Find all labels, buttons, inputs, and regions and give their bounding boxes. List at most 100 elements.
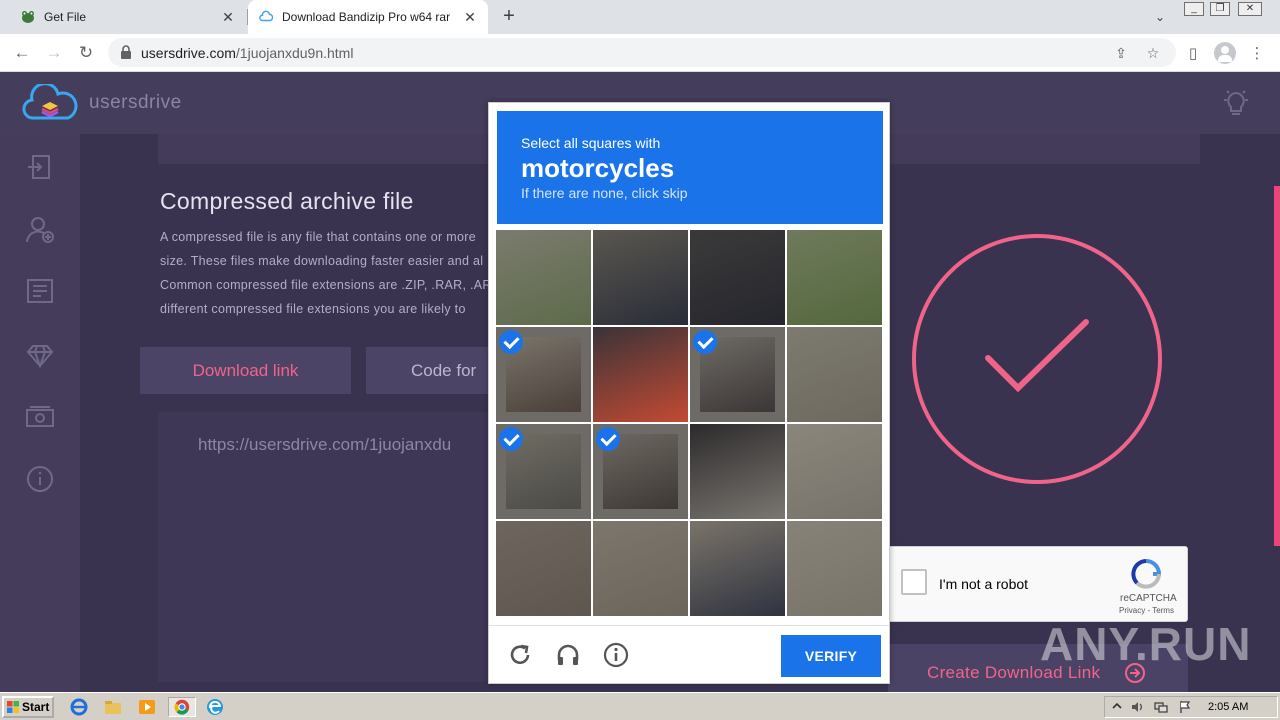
url-text: usersdrive.com/1juojanxdu9n.html [141, 45, 353, 61]
tab-download-bandizip[interactable]: Download Bandizip Pro w64 rar ✕ [248, 0, 488, 34]
new-tab-button[interactable]: + [498, 5, 520, 27]
profile-avatar[interactable] [1214, 42, 1236, 64]
windows-taskbar: Start 2:05 AM [0, 692, 1280, 720]
chrome-icon[interactable] [168, 697, 196, 717]
reload-button[interactable]: ↻ [74, 41, 98, 65]
lightbulb-icon[interactable] [1222, 88, 1250, 118]
scrollbar-thumb[interactable] [1274, 186, 1280, 546]
challenge-target: motorcycles [521, 153, 675, 183]
restore-button[interactable]: ❐ [1210, 2, 1230, 16]
challenge-tile[interactable] [496, 521, 591, 616]
description-line: different compressed file extensions you… [160, 302, 466, 316]
recaptcha-checkbox[interactable] [901, 569, 927, 595]
page-title: Compressed archive file [160, 188, 414, 214]
side-panel-icon[interactable]: ▯ [1182, 43, 1204, 65]
audio-icon[interactable] [555, 642, 581, 668]
description-line: size. These files make downloading faste… [160, 254, 484, 268]
tab-search-button[interactable]: ⌄ [1150, 7, 1170, 27]
challenge-tile[interactable] [496, 230, 591, 325]
action-center-flag-icon[interactable] [1178, 700, 1192, 714]
tile-checkmark-icon [499, 330, 523, 354]
recaptcha-anchor: I'm not a robot reCAPTCHA Privacy - Term… [888, 546, 1188, 622]
challenge-instruction: Select all squares with [521, 135, 661, 151]
tile-image [787, 327, 882, 422]
bookmark-star-icon[interactable]: ☆ [1144, 44, 1162, 62]
tile-image [787, 230, 882, 325]
challenge-tile[interactable] [496, 424, 591, 519]
add-user-icon[interactable] [25, 214, 55, 244]
start-label: Start [22, 700, 50, 714]
challenge-tile[interactable] [787, 521, 882, 616]
tile-image [593, 230, 688, 325]
volume-icon[interactable] [1130, 700, 1144, 714]
lock-icon [121, 45, 131, 59]
recaptcha-terms-link[interactable]: Privacy - Terms [1119, 606, 1174, 615]
challenge-tile[interactable] [593, 327, 688, 422]
anyrun-watermark: ANY.RUN [1040, 618, 1252, 670]
edge-icon[interactable] [204, 697, 226, 717]
tile-image [496, 230, 591, 325]
info-icon[interactable] [603, 642, 629, 668]
close-tab-icon[interactable]: ✕ [220, 9, 236, 25]
close-window-button[interactable]: ✕ [1238, 2, 1262, 16]
browser-toolbar: ← → ↻ usersdrive.com/1juojanxdu9n.html ⇪… [0, 34, 1280, 72]
verify-button[interactable]: VERIFY [781, 635, 881, 677]
close-tab-icon[interactable]: ✕ [462, 9, 478, 25]
minimize-button[interactable]: _ [1184, 2, 1204, 16]
cloud-icon [258, 9, 274, 25]
start-button[interactable]: Start [2, 696, 54, 718]
show-hidden-icons-icon[interactable] [1110, 700, 1124, 714]
challenge-tile[interactable] [690, 327, 785, 422]
forward-button[interactable]: → [42, 41, 66, 65]
tile-image [593, 327, 688, 422]
challenge-hint: If there are none, click skip [521, 185, 688, 201]
challenge-tile[interactable] [690, 230, 785, 325]
challenge-tile[interactable] [787, 327, 882, 422]
media-player-icon[interactable] [136, 697, 158, 717]
brand-name[interactable]: usersdrive [89, 92, 182, 114]
usersdrive-logo-icon[interactable] [22, 84, 78, 124]
description-line: A compressed file is any file that conta… [160, 230, 476, 244]
login-icon[interactable] [25, 152, 55, 182]
money-icon[interactable] [25, 402, 55, 432]
tile-checkmark-icon [499, 427, 523, 451]
challenge-tile[interactable] [787, 424, 882, 519]
code-for-button[interactable]: Code for [366, 347, 506, 394]
download-link-button[interactable]: Download link [140, 347, 351, 394]
info-icon[interactable] [25, 464, 55, 494]
reports-icon[interactable] [25, 276, 55, 306]
file-url-text[interactable]: https://usersdrive.com/1juojanxdu [198, 435, 451, 455]
tile-checkmark-icon [693, 330, 717, 354]
recaptcha-label: I'm not a robot [939, 576, 1029, 592]
tab-get-file[interactable]: Get File ✕ [10, 0, 246, 34]
tile-image [787, 521, 882, 616]
challenge-tile[interactable] [496, 327, 591, 422]
recaptcha-challenge: Select all squares with motorcycles If t… [488, 102, 890, 684]
challenge-tile[interactable] [787, 230, 882, 325]
back-button[interactable]: ← [10, 41, 34, 65]
challenge-tile[interactable] [593, 230, 688, 325]
share-icon[interactable]: ⇪ [1112, 44, 1130, 62]
file-explorer-icon[interactable] [102, 697, 124, 717]
network-icon[interactable] [1154, 700, 1168, 714]
tile-image [787, 424, 882, 519]
challenge-tile[interactable] [593, 521, 688, 616]
diamond-icon[interactable] [25, 340, 55, 370]
success-check-icon [912, 234, 1162, 484]
left-sidebar [0, 134, 80, 692]
taskbar-clock: 2:05 AM [1208, 701, 1249, 713]
challenge-tile[interactable] [690, 521, 785, 616]
browser-tab-bar: Get File ✕ Download Bandizip Pro w64 rar… [0, 0, 1280, 34]
address-bar[interactable]: usersdrive.com/1juojanxdu9n.html ⇪ ☆ [108, 38, 1176, 67]
tile-image [690, 424, 785, 519]
tile-image [593, 521, 688, 616]
challenge-tile[interactable] [593, 424, 688, 519]
internet-explorer-icon[interactable] [68, 697, 90, 717]
url-host: usersdrive.com [141, 45, 236, 61]
reload-icon[interactable] [507, 642, 533, 668]
url-path: /1juojanxdu9n.html [235, 45, 354, 61]
windows-logo-icon [7, 701, 19, 713]
challenge-tile[interactable] [690, 424, 785, 519]
tab-title: Get File [44, 10, 87, 24]
menu-icon[interactable]: ⋮ [1246, 43, 1268, 65]
